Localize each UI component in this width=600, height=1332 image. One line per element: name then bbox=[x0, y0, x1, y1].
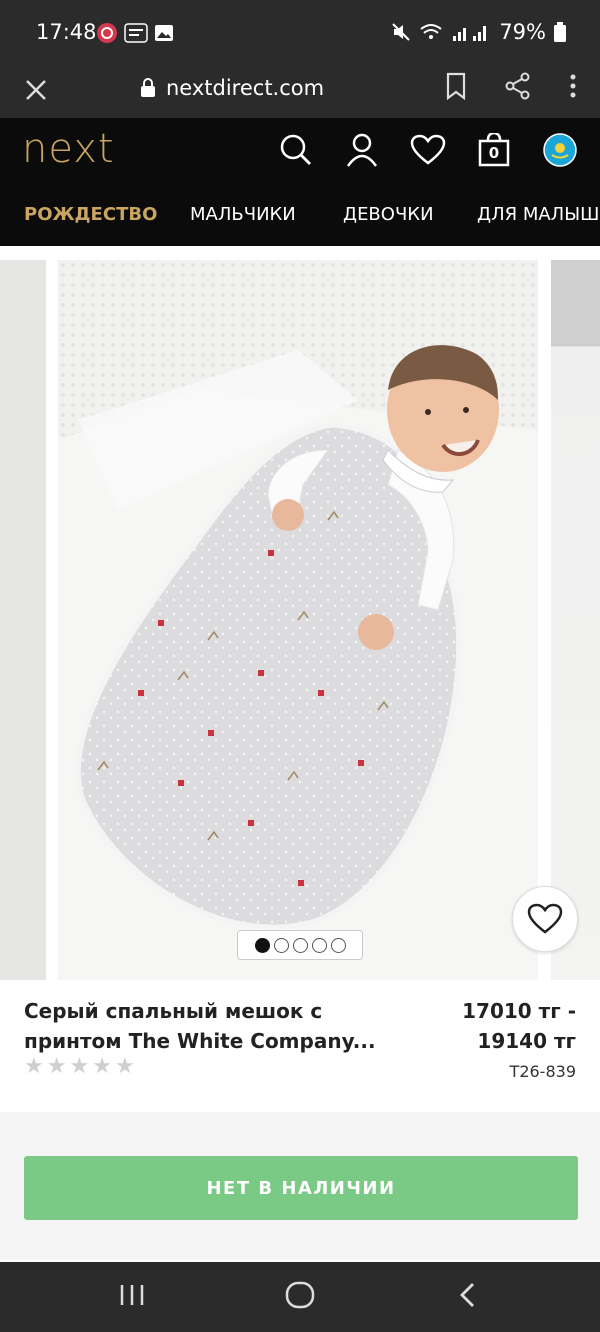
close-tab-icon[interactable] bbox=[22, 76, 50, 104]
status-time: 17:48 bbox=[36, 20, 97, 44]
country-selector[interactable] bbox=[540, 130, 580, 170]
bag-button[interactable]: 0 bbox=[474, 130, 514, 170]
bag-count: 0 bbox=[488, 144, 500, 162]
momlife-icon bbox=[124, 23, 148, 43]
recent-apps-icon[interactable] bbox=[118, 1280, 146, 1310]
search-icon bbox=[280, 134, 311, 165]
gallery-icon bbox=[155, 25, 173, 41]
pagination-dot-2[interactable] bbox=[273, 937, 289, 953]
nav-item-christmas[interactable]: РОЖДЕСТВО bbox=[24, 204, 157, 225]
wifi-icon bbox=[420, 24, 442, 39]
site-logo[interactable]: next bbox=[22, 126, 115, 172]
product-code: T26-839 bbox=[509, 1062, 576, 1081]
battery-level: 79% bbox=[499, 20, 546, 44]
purchase-area: НЕТ В НАЛИЧИИ bbox=[0, 1112, 600, 1260]
back-icon[interactable] bbox=[456, 1280, 480, 1310]
user-icon bbox=[346, 133, 378, 167]
url-text: nextdirect.com bbox=[166, 76, 325, 100]
add-to-favourites-button[interactable] bbox=[512, 886, 578, 952]
star-icon: ★ bbox=[69, 1054, 90, 1079]
pagination-dot-3[interactable] bbox=[292, 937, 308, 953]
out-of-stock-button[interactable]: НЕТ В НАЛИЧИИ bbox=[24, 1156, 578, 1220]
product-image[interactable] bbox=[58, 260, 538, 980]
share-icon[interactable] bbox=[504, 72, 532, 100]
notification-icons bbox=[96, 22, 174, 44]
price-from: 17010 тг - bbox=[462, 999, 576, 1023]
previous-image-peek[interactable] bbox=[0, 260, 46, 980]
pagination-dot-1[interactable] bbox=[254, 937, 270, 953]
lock-icon bbox=[141, 78, 155, 97]
signal-icon bbox=[453, 26, 487, 41]
pagination-dot-4[interactable] bbox=[311, 937, 327, 953]
pagination-dot-5[interactable] bbox=[330, 937, 346, 953]
rating-stars: ★ ★ ★ ★ ★ bbox=[24, 1054, 135, 1079]
mute-icon bbox=[392, 23, 411, 41]
star-icon: ★ bbox=[24, 1054, 44, 1079]
account-button[interactable] bbox=[342, 130, 382, 170]
nav-item-boys[interactable]: МАЛЬЧИКИ bbox=[190, 204, 296, 225]
battery-icon bbox=[554, 22, 566, 42]
browser-url-bar: nextdirect.com bbox=[0, 66, 600, 118]
home-icon[interactable] bbox=[284, 1280, 316, 1310]
product-gallery[interactable] bbox=[0, 246, 600, 982]
favourites-button[interactable] bbox=[408, 130, 448, 170]
category-nav: РОЖДЕСТВО МАЛЬЧИКИ ДЕВОЧКИ ДЛЯ МАЛЫШ bbox=[0, 184, 600, 246]
status-bar: 17:48 79% bbox=[0, 0, 600, 66]
site-header: next 0 bbox=[0, 118, 600, 184]
browser-actions bbox=[444, 72, 578, 100]
header-actions: 0 bbox=[276, 130, 580, 170]
status-right: 79% bbox=[391, 20, 566, 44]
url-field[interactable]: nextdirect.com bbox=[140, 76, 324, 100]
product-title[interactable]: Серый спальный мешок с принтом The White… bbox=[24, 996, 404, 1056]
nav-item-babies[interactable]: ДЛЯ МАЛЫШ bbox=[477, 204, 599, 225]
kazakhstan-flag-icon bbox=[543, 133, 577, 167]
product-title-line-2: принтом The White Company... bbox=[24, 1029, 376, 1053]
search-button[interactable] bbox=[276, 130, 316, 170]
star-icon: ★ bbox=[46, 1054, 67, 1079]
app-notification-icon bbox=[97, 23, 117, 43]
more-menu-icon[interactable] bbox=[568, 72, 578, 100]
price-to: 19140 тг bbox=[477, 1029, 576, 1053]
product-title-line-1: Серый спальный мешок с bbox=[24, 999, 323, 1023]
nav-item-girls[interactable]: ДЕВОЧКИ bbox=[343, 204, 434, 225]
product-info: Серый спальный мешок с принтом The White… bbox=[0, 982, 600, 1112]
star-icon: ★ bbox=[92, 1054, 112, 1079]
next-image-peek[interactable] bbox=[551, 260, 600, 980]
heart-icon bbox=[527, 903, 563, 934]
star-icon: ★ bbox=[114, 1054, 135, 1079]
bookmark-icon[interactable] bbox=[444, 72, 468, 100]
heart-icon bbox=[410, 134, 446, 165]
system-navigation-bar bbox=[0, 1262, 600, 1332]
baby-sleeping-bag-photo bbox=[58, 260, 538, 980]
image-pagination bbox=[237, 930, 363, 960]
product-price: 17010 тг - 19140 тг bbox=[462, 996, 576, 1056]
